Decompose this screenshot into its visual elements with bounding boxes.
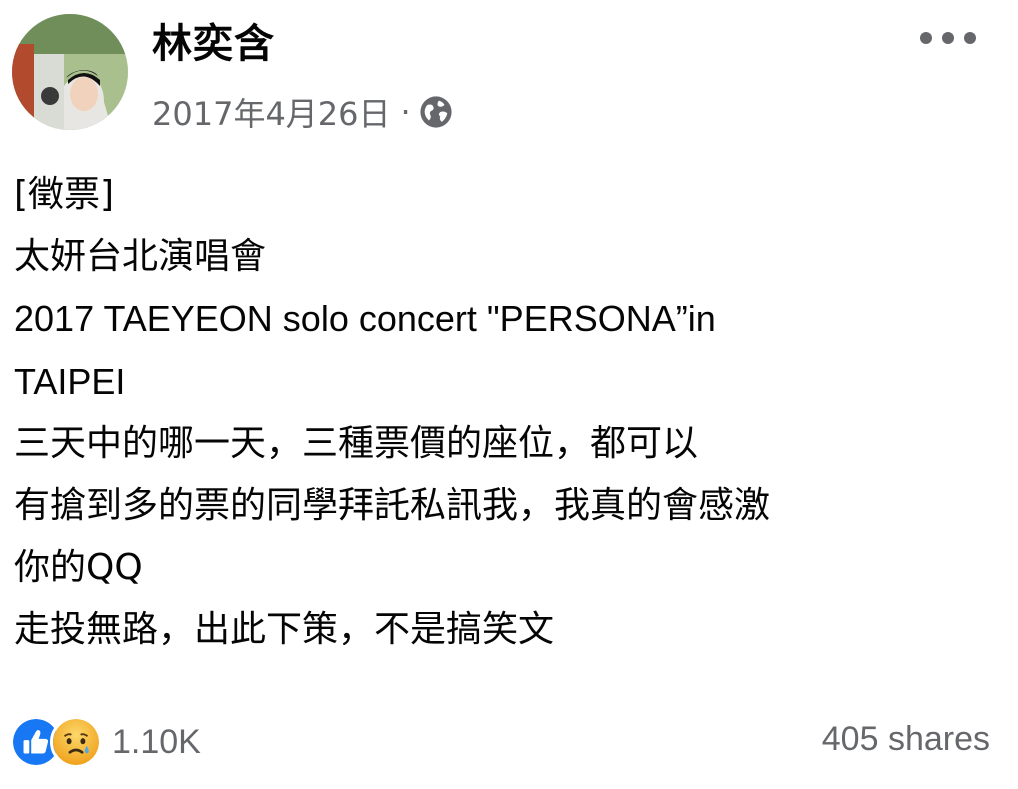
post-text-line: 三天中的哪一天，三種票價的座位，都可以 xyxy=(14,422,699,464)
sad-icon xyxy=(50,716,102,768)
post-text-line: 走投無路，出此下策，不是搞笑文 xyxy=(14,609,555,651)
facebook-post: 林奕含 2017年4月26日 · [徵票] 太妍台北演唱會 2017 TAEYE… xyxy=(0,0,1018,789)
reactions-summary[interactable]: 1.10K xyxy=(10,716,201,768)
avatar-photo xyxy=(12,14,128,130)
more-options-icon xyxy=(920,32,932,44)
post-text-line: 你的QQ xyxy=(14,547,143,589)
more-options-icon xyxy=(942,32,954,44)
post-text-line: TAIPEI xyxy=(14,360,126,402)
meta-separator: · xyxy=(400,93,411,131)
author-name[interactable]: 林奕含 xyxy=(152,18,275,70)
post-text-line: 2017 TAEYEON solo concert "PERSONA”in xyxy=(14,298,716,340)
post-meta: 2017年4月26日 · xyxy=(152,88,453,136)
shares-count[interactable]: 405 shares xyxy=(822,720,990,759)
post-text-line: 有搶到多的票的同學拜託私訊我，我真的會感激 xyxy=(14,484,771,526)
reaction-count: 1.10K xyxy=(112,722,201,761)
post-text-line: 太妍台北演唱會 xyxy=(14,236,267,278)
post-text-line: [徵票] xyxy=(14,174,115,215)
more-options-button[interactable] xyxy=(920,24,976,52)
post-date[interactable]: 2017年4月26日 xyxy=(152,89,391,135)
avatar[interactable] xyxy=(12,14,128,130)
more-options-icon xyxy=(964,32,976,44)
post-text: [徵票] 太妍台北演唱會 2017 TAEYEON solo concert "… xyxy=(14,164,1004,662)
globe-icon[interactable] xyxy=(419,95,453,129)
post-footer: 1.10K 405 shares xyxy=(0,710,1018,770)
